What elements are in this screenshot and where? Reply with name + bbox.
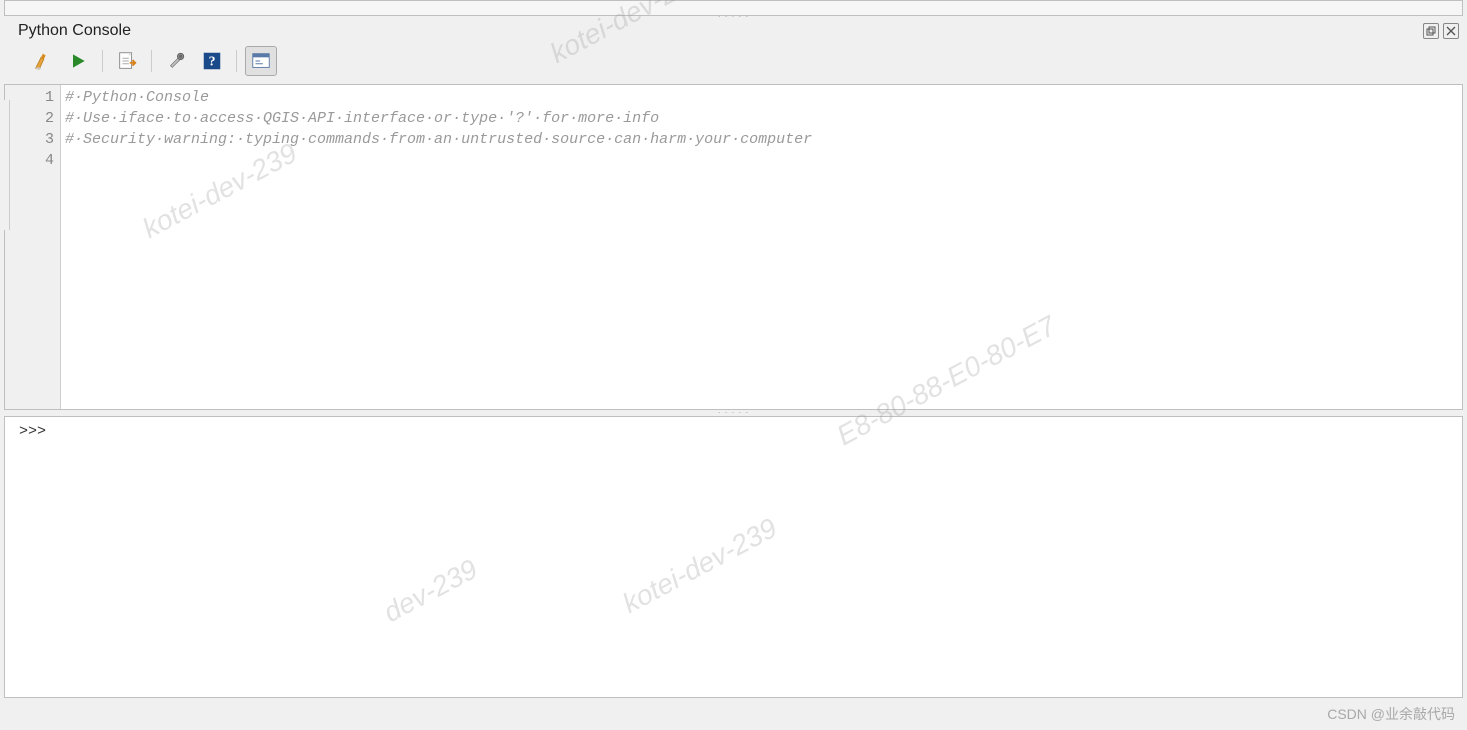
toolbar-separator <box>102 50 103 72</box>
undock-button[interactable] <box>1423 23 1439 39</box>
line-number-gutter: 1 2 3 4 <box>5 85 61 409</box>
console-input-area[interactable]: >>> <box>4 416 1463 698</box>
prompt-symbol: >>> <box>19 423 46 440</box>
top-panel-edge <box>4 0 1463 16</box>
line-number: 1 <box>5 87 54 108</box>
show-editor-button[interactable] <box>245 46 277 76</box>
line-number: 2 <box>5 108 54 129</box>
line-number: 4 <box>5 150 54 171</box>
console-toolbar: ? <box>0 42 1467 84</box>
close-panel-button[interactable] <box>1443 23 1459 39</box>
toolbar-separator <box>151 50 152 72</box>
splitter-handle[interactable] <box>4 410 1463 416</box>
code-line: #·Use·iface·to·access·QGIS·API·interface… <box>65 108 1458 129</box>
clear-console-button[interactable] <box>26 46 58 76</box>
panel-window-controls <box>1423 23 1459 39</box>
help-button[interactable]: ? <box>196 46 228 76</box>
import-class-button[interactable] <box>111 46 143 76</box>
run-command-button[interactable] <box>62 46 94 76</box>
left-dock-strip <box>0 100 10 230</box>
code-line: #·Security·warning:·typing·commands·from… <box>65 129 1458 150</box>
panel-title: Python Console <box>18 22 131 40</box>
toolbar-separator <box>236 50 237 72</box>
console-output-area[interactable]: 1 2 3 4 #·Python·Console#·Use·iface·to·a… <box>4 84 1463 410</box>
line-number: 3 <box>5 129 54 150</box>
code-line: #·Python·Console <box>65 87 1458 108</box>
python-console-header: Python Console <box>0 18 1467 42</box>
code-output: #·Python·Console#·Use·iface·to·access·QG… <box>61 85 1462 409</box>
settings-button[interactable] <box>160 46 192 76</box>
attribution-text: CSDN @业余敲代码 <box>1327 704 1455 724</box>
svg-text:?: ? <box>209 54 216 69</box>
